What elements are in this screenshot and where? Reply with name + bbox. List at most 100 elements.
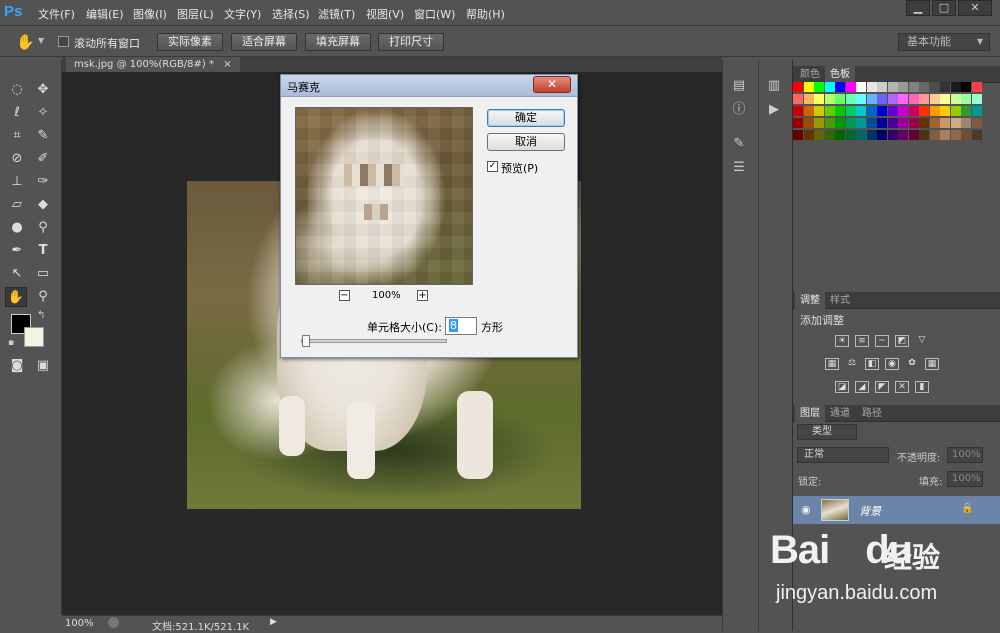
scroll-all-checkbox[interactable] <box>58 36 69 47</box>
menu-view[interactable]: 视图(V) <box>366 6 404 22</box>
swatch[interactable] <box>866 82 877 92</box>
tab-adjustments[interactable]: 调整 <box>795 292 825 309</box>
play-icon[interactable]: ▶ <box>766 102 782 118</box>
swatch[interactable] <box>814 82 824 92</box>
actual-pixels-button[interactable]: 实际像素 <box>157 33 223 51</box>
swatch[interactable] <box>845 94 856 104</box>
swatch[interactable] <box>835 94 845 104</box>
layer-name[interactable]: 背景 <box>859 503 881 519</box>
curves-icon[interactable]: ~ <box>875 335 889 347</box>
swatch[interactable] <box>803 118 814 128</box>
swatch[interactable] <box>950 94 961 104</box>
swatch[interactable] <box>919 118 929 128</box>
swatch[interactable] <box>835 82 845 92</box>
swatch[interactable] <box>898 106 908 116</box>
threshold-icon[interactable]: ◤ <box>875 381 889 393</box>
swatch[interactable] <box>961 106 971 116</box>
visibility-eye-icon[interactable]: ◉ <box>801 503 811 516</box>
crop-tool-icon[interactable]: ⌗ <box>6 126 28 146</box>
menu-layer[interactable]: 图层(L) <box>177 6 214 22</box>
swatch[interactable] <box>961 130 971 140</box>
dodge-tool-icon[interactable]: ⚲ <box>32 218 54 238</box>
color-balance-icon[interactable]: ⚖ <box>845 358 859 370</box>
cell-size-slider[interactable] <box>301 335 447 347</box>
magic-wand-tool-icon[interactable]: ✧ <box>32 103 54 123</box>
tab-paths[interactable]: 路径 <box>857 405 887 422</box>
swatch[interactable] <box>824 118 835 128</box>
swatch[interactable] <box>898 94 908 104</box>
cancel-button[interactable]: 取消 <box>487 133 565 151</box>
close-window-button[interactable]: ✕ <box>958 0 992 16</box>
swatch[interactable] <box>793 106 803 116</box>
swatch[interactable] <box>961 82 971 92</box>
opacity-input[interactable]: 100% <box>947 447 983 463</box>
menu-type[interactable]: 文字(Y) <box>224 6 261 22</box>
layer-kind-filter[interactable]: 类型 <box>797 424 857 440</box>
swatch[interactable] <box>803 82 814 92</box>
swatch[interactable] <box>856 106 866 116</box>
menu-window[interactable]: 窗口(W) <box>414 6 455 22</box>
swatch[interactable] <box>856 94 866 104</box>
swatch[interactable] <box>940 94 950 104</box>
swatch[interactable] <box>835 130 845 140</box>
swatch[interactable] <box>908 82 919 92</box>
swatch[interactable] <box>929 82 940 92</box>
swatch[interactable] <box>971 106 982 116</box>
swatch[interactable] <box>950 82 961 92</box>
swatch[interactable] <box>856 130 866 140</box>
quick-mask-icon[interactable]: ◙ <box>6 356 28 376</box>
swatch[interactable] <box>971 130 982 140</box>
gradient-triangle-icon[interactable]: ▽ <box>915 335 929 347</box>
swatch[interactable] <box>919 130 929 140</box>
swatch[interactable] <box>940 82 950 92</box>
swatch[interactable] <box>803 94 814 104</box>
healing-brush-tool-icon[interactable]: ⊘ <box>6 149 28 169</box>
swatch[interactable] <box>898 82 908 92</box>
lasso-tool-icon[interactable]: ℓ <box>6 103 28 123</box>
swatch[interactable] <box>919 106 929 116</box>
menu-help[interactable]: 帮助(H) <box>466 6 505 22</box>
swatch[interactable] <box>877 106 887 116</box>
swatch[interactable] <box>824 82 835 92</box>
type-tool-icon[interactable]: T <box>32 241 54 261</box>
swatch[interactable] <box>793 130 803 140</box>
swatch[interactable] <box>908 118 919 128</box>
blend-mode-select[interactable]: 正常 <box>797 447 889 463</box>
tab-styles[interactable]: 样式 <box>825 292 855 309</box>
pen-tool-icon[interactable]: ✒ <box>6 241 28 261</box>
brush-presets-icon[interactable]: ☰ <box>731 160 747 176</box>
gradient-map-icon[interactable]: ▮ <box>915 381 929 393</box>
ok-button[interactable]: 确定 <box>487 109 565 127</box>
default-colors-icon[interactable]: ▪ <box>8 338 14 348</box>
swatch[interactable] <box>887 94 898 104</box>
menu-filter[interactable]: 滤镜(T) <box>318 6 355 22</box>
document-tab[interactable]: msk.jpg @ 100%(RGB/8#) * × <box>66 57 240 72</box>
status-menu-arrow-icon[interactable]: ▶ <box>270 617 277 627</box>
swatch[interactable] <box>940 130 950 140</box>
swatch[interactable] <box>940 118 950 128</box>
zoom-level[interactable]: 100% <box>65 618 94 629</box>
selective-color-icon[interactable]: ✕ <box>895 381 909 393</box>
swatch[interactable] <box>919 94 929 104</box>
swatch[interactable] <box>866 106 877 116</box>
history-brush-tool-icon[interactable]: ✑ <box>32 172 54 192</box>
rectangle-tool-icon[interactable]: ▭ <box>32 264 54 284</box>
clone-stamp-tool-icon[interactable]: ⊥ <box>6 172 28 192</box>
actions-panel-icon[interactable]: ▥ <box>766 78 782 94</box>
swap-colors-icon[interactable]: ↰ <box>37 310 45 321</box>
swatch[interactable] <box>908 106 919 116</box>
background-color-swatch[interactable] <box>24 327 44 347</box>
move-tool-icon[interactable]: ✥ <box>32 80 54 100</box>
swatch[interactable] <box>856 82 866 92</box>
swatch[interactable] <box>877 94 887 104</box>
zoom-tool-icon[interactable]: ⚲ <box>32 287 54 307</box>
swatch[interactable] <box>929 118 940 128</box>
filter-preview[interactable] <box>295 107 473 285</box>
history-panel-icon[interactable]: ▤ <box>731 78 747 94</box>
marquee-tool-icon[interactable]: ◌ <box>6 80 28 100</box>
swatch[interactable] <box>877 118 887 128</box>
swatch[interactable] <box>971 94 982 104</box>
tab-channels[interactable]: 通道 <box>825 405 855 422</box>
exposure-icon[interactable]: ◩ <box>895 335 909 347</box>
swatch[interactable] <box>856 118 866 128</box>
